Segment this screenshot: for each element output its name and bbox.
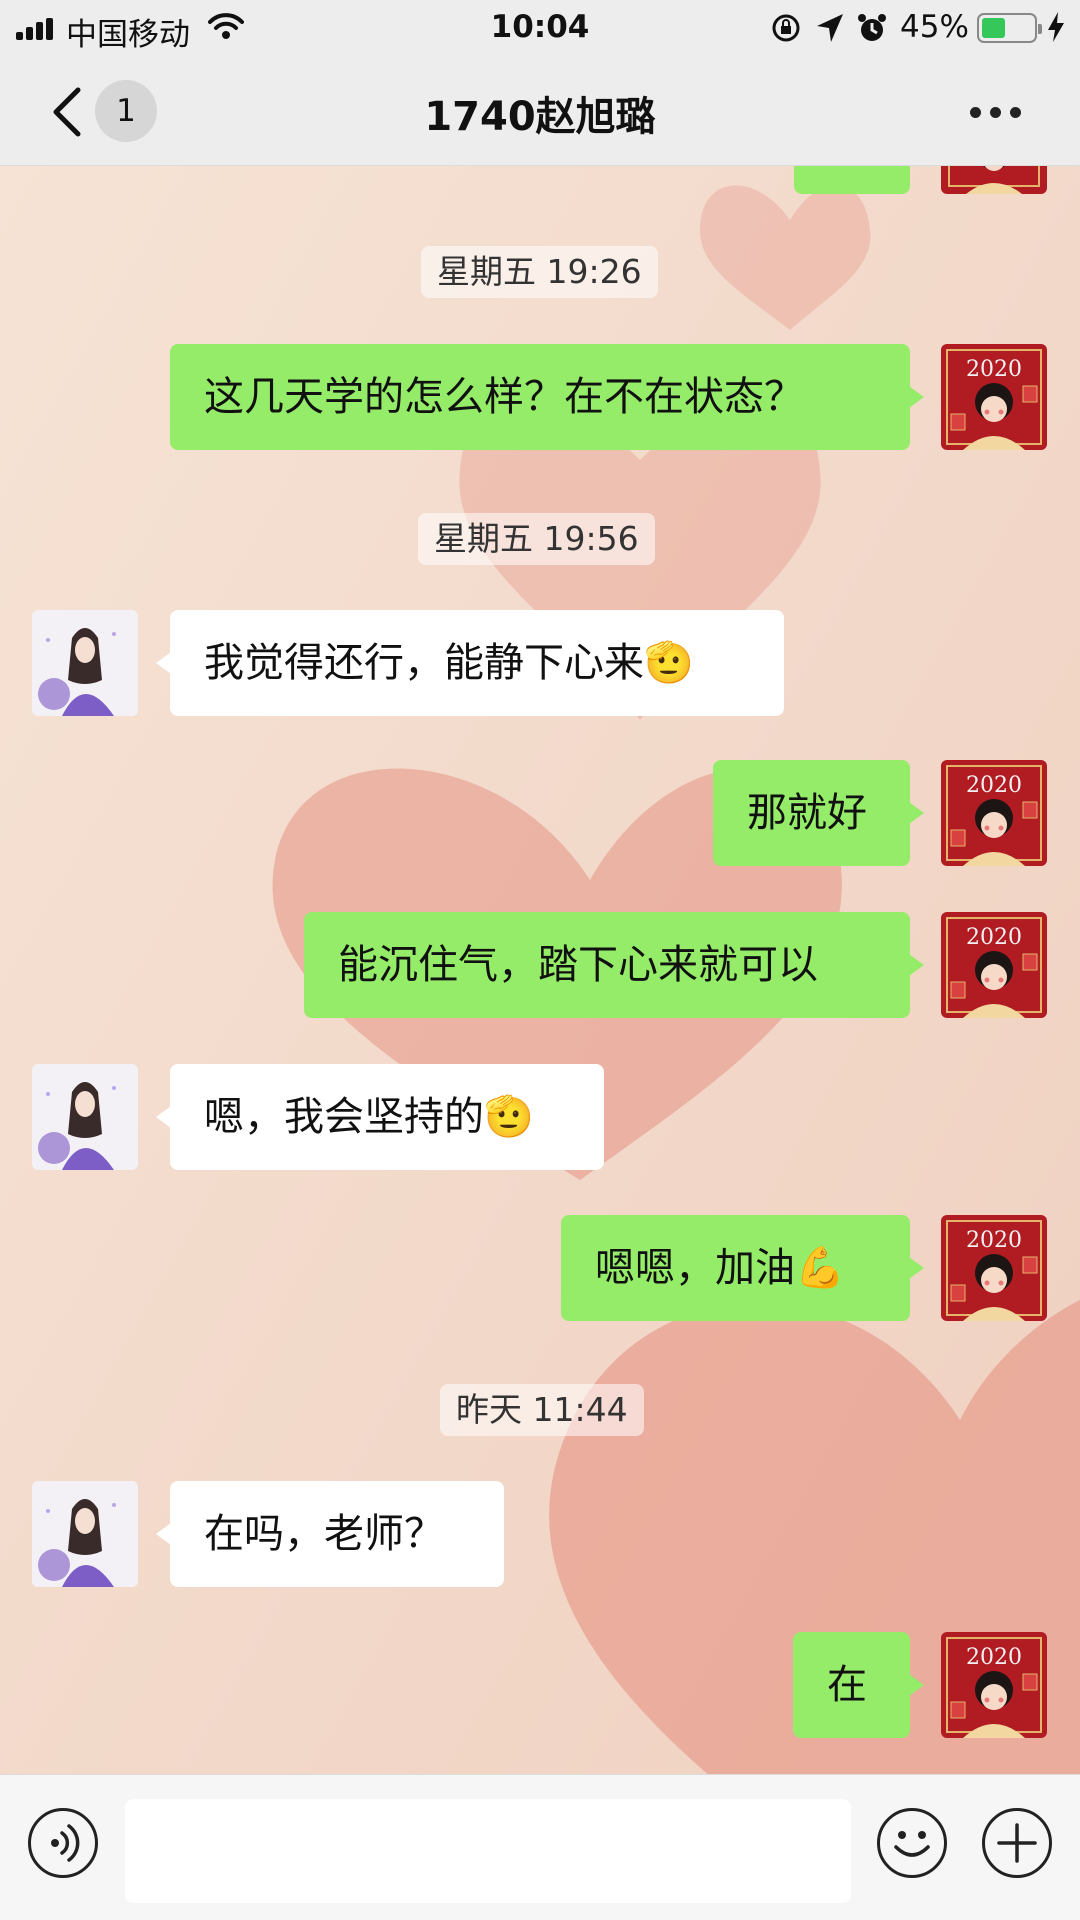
avatar-image (32, 1481, 138, 1587)
my-avatar[interactable]: 2020 (941, 760, 1047, 866)
message-text: 这几天学的怎么样？在不在状态？ (204, 374, 804, 420)
message-bubble[interactable]: 我觉得还行，能静下心来🫡 (156, 610, 784, 716)
my-avatar[interactable] (941, 166, 1047, 194)
plus-icon (997, 1823, 1037, 1863)
battery-icon (977, 13, 1042, 43)
message-list[interactable]: 星期五 19:26 这几天学的怎么样？在不在状态？ 星期五 19:56 我觉得还… (0, 166, 1080, 1774)
voice-icon[interactable] (28, 1808, 98, 1878)
message-bubble[interactable]: 嗯，我会坚持的🫡 (156, 1064, 604, 1170)
saluting-face-emoji: 🫡 (644, 640, 694, 686)
add-icon[interactable] (982, 1808, 1052, 1878)
avatar-year-text: 2020 (966, 1645, 1022, 1670)
avatar-image: 2020 (941, 912, 1047, 1018)
message-bubble-partial (794, 166, 910, 194)
contact-avatar[interactable] (32, 610, 138, 716)
message-text: 能沉住气，踏下心来就可以 (338, 942, 818, 988)
message-text: 我觉得还行，能静下心来 (204, 640, 644, 686)
avatar-image: 2020 (941, 760, 1047, 866)
orientation-lock-icon (772, 14, 800, 42)
avatar-year-text: 2020 (966, 357, 1022, 382)
charging-icon (1048, 12, 1064, 42)
avatar-year-text: 2020 (966, 925, 1022, 950)
emoji-icon[interactable] (877, 1808, 947, 1878)
contact-avatar[interactable] (32, 1481, 138, 1587)
alarm-icon (858, 14, 886, 41)
more-icon[interactable] (968, 102, 1024, 122)
avatar-image (32, 610, 138, 716)
avatar-image: 2020 (941, 1632, 1047, 1738)
message-input[interactable] (125, 1799, 851, 1903)
contact-avatar[interactable] (32, 1064, 138, 1170)
location-icon (817, 14, 843, 42)
message-text: 在吗，老师？ (204, 1511, 444, 1557)
message-text: 嗯嗯，加油 (595, 1245, 795, 1291)
chat-title: 1740赵旭璐 (424, 94, 656, 140)
voice-wave-icon (51, 1824, 80, 1862)
my-avatar[interactable]: 2020 (941, 344, 1047, 450)
timestamp: 星期五 19:56 (418, 513, 655, 565)
message-text: 在 (827, 1662, 867, 1708)
message-bubble[interactable]: 在 (793, 1632, 924, 1738)
message-bubble[interactable]: 这几天学的怎么样？在不在状态？ (170, 344, 924, 450)
input-bar (0, 1774, 1080, 1920)
message-bubble[interactable]: 嗯嗯，加油💪 (561, 1215, 924, 1321)
my-avatar[interactable]: 2020 (941, 1215, 1047, 1321)
nav-bar: 1 1740赵旭璐 (0, 58, 1080, 166)
avatar-image: 2020 (941, 1215, 1047, 1321)
saluting-face-emoji: 🫡 (484, 1094, 534, 1140)
my-avatar[interactable]: 2020 (941, 1632, 1047, 1738)
avatar-year-text: 2020 (966, 773, 1022, 798)
avatar-image (941, 166, 1047, 194)
message-bubble[interactable]: 那就好 (713, 760, 924, 866)
smiley-face-icon (894, 1831, 930, 1857)
timestamp: 昨天 11:44 (440, 1384, 644, 1436)
battery-fill (982, 18, 1005, 38)
avatar-image (32, 1064, 138, 1170)
message-text: 嗯，我会坚持的 (204, 1094, 484, 1140)
flexed-biceps-emoji: 💪 (795, 1245, 845, 1291)
avatar-image: 2020 (941, 344, 1047, 450)
message-bubble[interactable]: 能沉住气，踏下心来就可以 (304, 912, 924, 1018)
avatar-year-text: 2020 (966, 1228, 1022, 1253)
message-bubble[interactable]: 在吗，老师？ (156, 1481, 504, 1587)
timestamp: 星期五 19:26 (421, 246, 658, 298)
battery-percent: 45% (900, 9, 969, 45)
message-text: 那就好 (747, 790, 867, 836)
my-avatar[interactable]: 2020 (941, 912, 1047, 1018)
status-bar: 中国移动 10:04 45% (0, 0, 1080, 58)
chat-screen: 中国移动 10:04 45% 1 1740赵旭璐 星期五 19:26 这几天学的… (0, 0, 1080, 1920)
